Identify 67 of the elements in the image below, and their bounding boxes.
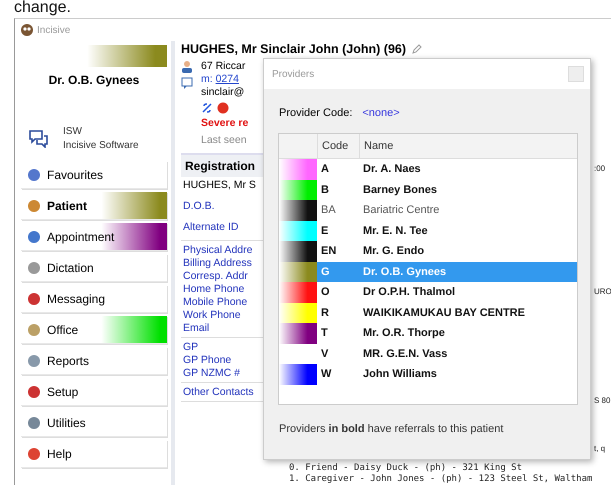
address-text: 67 Riccar — [201, 60, 246, 73]
code-cell[interactable]: B — [317, 180, 359, 200]
contact-line: 0. Friend - Daisy Duck - (ph) - 321 King St — [289, 463, 523, 474]
code-cell[interactable]: A — [317, 159, 359, 180]
owl-logo-icon — [21, 24, 33, 36]
field-label: Billing Address — [183, 257, 252, 269]
name-cell[interactable]: Barney Bones — [359, 180, 577, 200]
column-header[interactable]: Name — [359, 134, 577, 158]
code-cell[interactable]: BA — [317, 200, 359, 220]
org-code: ISW — [63, 125, 83, 139]
field-value: URO — [594, 287, 611, 296]
patient-name-cell-text: HUGHES, Mr S — [182, 178, 257, 193]
field-label: Corresp. Addr — [183, 270, 248, 282]
name-cell[interactable]: Dr. A. Naes — [359, 159, 577, 180]
chat-bubbles-icon — [29, 130, 49, 148]
time-text: :00 — [594, 164, 606, 173]
last-seen-text: Last seen — [201, 134, 247, 147]
link-icon[interactable] — [201, 102, 213, 114]
footer-note: Providers in bold have referrals to this patient — [278, 422, 504, 435]
field-label: GP NZMC # — [183, 367, 240, 379]
caption-text: change. — [13, 0, 72, 18]
nav-item[interactable]: Office — [21, 316, 167, 344]
field-label: Alternate ID — [183, 221, 238, 233]
code-cell[interactable]: V — [317, 344, 359, 364]
code-cell[interactable]: W — [317, 364, 359, 384]
mobile-link[interactable]: 0274 — [216, 73, 239, 85]
name-cell[interactable]: MR. G.E.N. Vass — [359, 344, 577, 364]
field-value: S 80 — [594, 396, 610, 405]
contact-line: 1. Caregiver - John Jones - (ph) - 123 Steel St, Waltham — [289, 474, 592, 485]
column-header[interactable]: Code — [317, 134, 359, 158]
field-label: GP — [183, 341, 198, 353]
field-label: Other Contacts — [183, 386, 254, 398]
email-text: sinclair@ — [201, 86, 244, 99]
name-cell[interactable]: John Williams — [359, 364, 577, 384]
name-cell[interactable]: Bariatric Centre — [359, 200, 577, 220]
field-value: t, q — [594, 444, 606, 453]
name-cell[interactable]: WAIKIKAMUKAU BAY CENTRE — [359, 302, 577, 323]
code-cell[interactable]: R — [317, 302, 359, 323]
dialog-title: Providers — [272, 68, 314, 80]
code-cell[interactable]: E — [317, 220, 359, 241]
code-label: Provider Code: — [279, 107, 352, 119]
field-label: Email — [183, 322, 210, 334]
field-label: Mobile Phone — [183, 296, 248, 308]
name-cell[interactable]: Mr. G. Endo — [359, 241, 577, 262]
message-icon — [181, 77, 193, 89]
patient-name: HUGHES, Mr Sinclair John (John) (96) — [181, 42, 406, 56]
window-title: Incisive — [37, 24, 70, 36]
field-label: Home Phone — [183, 283, 244, 295]
alert-text: Severe re — [201, 117, 248, 130]
field-label: GP Phone — [183, 354, 232, 366]
nav-item[interactable]: Appointment — [21, 223, 167, 251]
field-label: D.O.B. — [183, 200, 215, 212]
code-cell[interactable]: T — [317, 323, 359, 344]
provider-name: Dr. O.B. Gynees — [48, 73, 140, 87]
pencil-icon[interactable] — [412, 44, 422, 54]
name-cell[interactable]: Mr. E. N. Tee — [359, 220, 577, 241]
code-cell[interactable]: O — [317, 282, 359, 302]
person-icon — [181, 60, 193, 73]
name-cell[interactable]: Mr. O.R. Thorpe — [359, 323, 577, 344]
org-name: Incisive Software — [63, 139, 139, 153]
mobile-label: m: — [201, 73, 213, 85]
field-label: Work Phone — [183, 309, 241, 321]
code-value[interactable]: <none> — [362, 107, 400, 119]
name-cell[interactable]: Dr O.P.H. Thalmol — [359, 282, 577, 302]
code-cell[interactable]: EN — [317, 241, 359, 262]
nav-item[interactable]: Patient — [21, 192, 167, 220]
field-label: Physical Addre — [183, 244, 252, 256]
